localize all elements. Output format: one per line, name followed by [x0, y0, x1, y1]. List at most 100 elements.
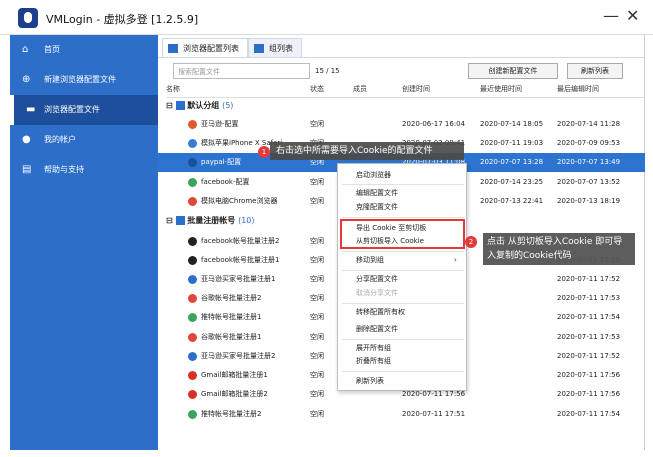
app-title: VMLogin - 虚拟多登 [1.2.5.9]: [46, 13, 199, 26]
menu-share[interactable]: 分享配置文件: [356, 273, 398, 286]
menu-unshare: 取消分享文件: [356, 289, 398, 297]
profile-status: 空闲: [310, 333, 324, 341]
browser-icon: [188, 255, 197, 265]
profile-last-used: 2020-07-11 19:03: [480, 139, 544, 147]
group-folder-icon: [175, 216, 185, 225]
menu-clone[interactable]: 克隆配置文件: [356, 201, 398, 214]
group-name: 默认分组: [187, 101, 220, 110]
browser-icon: [188, 119, 197, 129]
sidebar-item-label: 我的帐户: [44, 135, 76, 144]
browser-icon: [188, 293, 197, 303]
profile-name: paypal-配置: [201, 158, 242, 166]
profile-name: 谷歌帐号批量注册2: [201, 294, 262, 302]
profile-name: 推特帐号批量注册2: [201, 410, 262, 418]
browser-icon: [188, 409, 197, 419]
browser-icon: [188, 332, 197, 342]
create-profile-button[interactable]: 创建新配置文件: [468, 63, 558, 79]
home-icon: ⌂: [22, 44, 29, 55]
title-bar: VMLogin - 虚拟多登 [1.2.5.9] — ✕: [0, 0, 653, 35]
profile-status: 空闲: [310, 197, 324, 205]
profile-status: 空闲: [310, 275, 324, 283]
browser-icon: [188, 236, 197, 246]
profile-name: 亚马逊-配置: [201, 120, 239, 128]
user-icon: ●: [22, 134, 31, 145]
search-input[interactable]: 搜索配置文件: [173, 63, 310, 79]
browser-icon: [188, 274, 197, 284]
col-status[interactable]: 状态: [310, 84, 324, 94]
profile-last-edited: 2020-07-11 17:54: [557, 410, 621, 418]
col-name[interactable]: 名称: [166, 84, 180, 94]
col-last-edited[interactable]: 最后编辑时间: [557, 84, 599, 94]
profile-last-edited: 2020-07-11 17:54: [557, 313, 621, 321]
menu-separator: [342, 303, 464, 304]
group-icon: [254, 44, 264, 53]
sidebar-item-profiles[interactable]: ▬ 浏览器配置文件: [10, 95, 158, 125]
menu-separator: [342, 270, 464, 271]
group-name: 批量注册帐号: [187, 216, 236, 225]
profile-last-edited: 2020-07-11 17:53: [557, 294, 621, 302]
sidebar-item-home[interactable]: ⌂ 首页: [10, 35, 158, 65]
profile-last-edited: 2020-07-09 09:53: [557, 139, 621, 147]
profile-status: 空闲: [310, 120, 324, 128]
tab-profile-list[interactable]: 浏览器配置列表: [162, 38, 248, 58]
profile-name: 推特帐号批量注册1: [201, 313, 262, 321]
profile-status: 空闲: [310, 178, 324, 186]
profile-last-edited: 2020-07-11 17:52: [557, 352, 621, 360]
refresh-button[interactable]: 刷新列表: [567, 63, 623, 79]
profile-last-edited: 2020-07-13 18:19: [557, 197, 621, 205]
col-created[interactable]: 创建时间: [402, 84, 430, 94]
sidebar: ⌂ 首页 ⊕ 新建浏览器配置文件 ▬ 浏览器配置文件 ● 我的帐户 ▤ 帮助与支持: [10, 35, 158, 450]
browser-icon: [188, 370, 197, 380]
menu-separator: [342, 251, 464, 252]
sidebar-item-help[interactable]: ▤ 帮助与支持: [10, 155, 158, 185]
profile-created: 2020-06-17 16:04: [402, 120, 466, 128]
profile-name: Gmail邮箱批量注册2: [201, 390, 268, 398]
browser-icon: [188, 351, 197, 361]
menu-delete[interactable]: 删除配置文件: [356, 323, 398, 336]
menu-refresh[interactable]: 刷新列表: [356, 375, 384, 388]
collapse-icon[interactable]: ⊟: [166, 216, 173, 225]
menu-edit[interactable]: 编辑配置文件: [356, 187, 398, 200]
tab-group-list[interactable]: 组列表: [248, 38, 302, 58]
profile-count: 15 / 15: [315, 67, 340, 75]
profile-status: 空闲: [310, 256, 324, 264]
menu-separator: [342, 217, 464, 218]
minimize-button[interactable]: —: [603, 6, 619, 25]
profile-name: Gmail邮箱批量注册1: [201, 371, 268, 379]
table-row[interactable]: 推特帐号批量注册2 空闲 2020-07-11 17:51 2020-07-11 17…: [158, 405, 645, 424]
profile-status: 空闲: [310, 352, 324, 360]
menu-separator: [342, 184, 464, 185]
group-count: (5): [222, 101, 234, 110]
menu-collapse-all[interactable]: 折叠所有组: [356, 355, 391, 368]
sidebar-item-label: 帮助与支持: [44, 165, 84, 174]
tab-label: 浏览器配置列表: [183, 44, 239, 53]
collapse-icon[interactable]: ⊟: [166, 101, 173, 110]
profile-name: facebook帐号批量注册1: [201, 256, 280, 264]
highlight-box: [340, 219, 465, 249]
menu-launch[interactable]: 启动浏览器: [356, 169, 391, 182]
profile-last-used: 2020-07-13 22:41: [480, 197, 544, 205]
list-icon: [168, 44, 178, 53]
table-row[interactable]: 亚马逊-配置 空闲 2020-06-17 16:04 2020-07-14 18:05…: [158, 115, 645, 134]
profile-name: 亚马逊买家号批量注册1: [201, 275, 276, 283]
col-members[interactable]: 成员: [353, 84, 367, 94]
profile-last-edited: 2020-07-11 17:56: [557, 390, 621, 398]
table-header: 名称 状态 成员 创建时间 最近使用时间 最后编辑时间: [166, 84, 645, 98]
browser-icon: [188, 138, 197, 148]
profile-status: 空闲: [310, 410, 324, 418]
menu-move-to-group[interactable]: 移动到组: [356, 254, 384, 267]
profile-name: 亚马逊买家号批量注册2: [201, 352, 276, 360]
group-header[interactable]: ⊟ 批量注册帐号 (10): [166, 213, 255, 229]
col-last-used[interactable]: 最近使用时间: [480, 84, 522, 94]
close-button[interactable]: ✕: [626, 6, 639, 25]
sidebar-item-label: 浏览器配置文件: [44, 105, 100, 114]
menu-transfer[interactable]: 转移配置所有权: [356, 306, 405, 319]
sidebar-item-account[interactable]: ● 我的帐户: [10, 125, 158, 155]
tip-right-click: 右击选中所需要导入Cookie的配置文件: [270, 142, 464, 160]
sidebar-item-new-profile[interactable]: ⊕ 新建浏览器配置文件: [10, 65, 158, 95]
profile-status: 空闲: [310, 371, 324, 379]
browser-icon: [188, 196, 197, 206]
menu-expand-all[interactable]: 展开所有组: [356, 342, 391, 355]
profile-status: 空闲: [310, 313, 324, 321]
group-header[interactable]: ⊟ 默认分组 (5): [166, 98, 233, 114]
